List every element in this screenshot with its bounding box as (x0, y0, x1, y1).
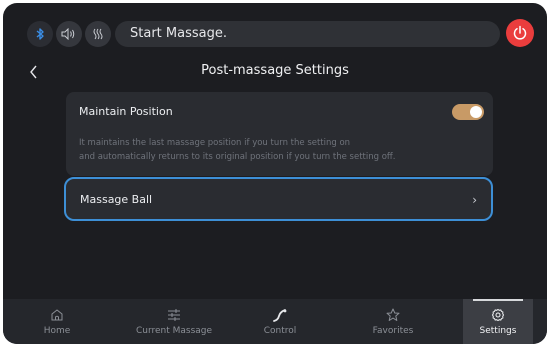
bottom-nav: Home Current Massage Control Favorites S… (3, 299, 547, 344)
toggle-knob (470, 106, 482, 118)
sliders-icon (167, 307, 181, 323)
nav-favorites-label: Favorites (372, 326, 414, 336)
power-button[interactable] (506, 19, 534, 47)
nav-control-label: Control (263, 326, 297, 336)
nav-home[interactable]: Home (3, 299, 111, 344)
maintain-position-card: Maintain Position It maintains the last … (66, 92, 493, 176)
heat-icon (93, 28, 103, 40)
massage-status-title: Start Massage. (115, 21, 500, 47)
nav-settings[interactable]: Settings (463, 299, 533, 344)
nav-home-label: Home (43, 326, 71, 336)
heat-button[interactable] (85, 21, 111, 47)
maintain-position-label: Maintain Position (79, 105, 173, 118)
massage-ball-item[interactable]: Massage Ball › (64, 177, 493, 221)
page-title: Post-massage Settings (201, 63, 349, 78)
sound-button[interactable] (56, 21, 82, 47)
nav-settings-label: Settings (479, 326, 517, 336)
nav-favorites[interactable]: Favorites (323, 299, 463, 344)
nav-current-massage[interactable]: Current Massage (111, 299, 237, 344)
power-icon (513, 25, 527, 40)
speaker-icon (61, 28, 75, 40)
bluetooth-icon (36, 28, 44, 40)
control-curve-icon (273, 307, 287, 323)
gear-icon (491, 307, 505, 323)
home-icon (50, 307, 64, 323)
maintain-position-toggle[interactable] (452, 104, 484, 120)
chevron-right-icon: › (472, 193, 477, 207)
maintain-position-description-line1: It maintains the last massage position i… (79, 138, 351, 148)
bluetooth-button[interactable] (27, 21, 53, 47)
massage-ball-label: Massage Ball (80, 193, 153, 206)
nav-control[interactable]: Control (237, 299, 323, 344)
star-icon (386, 307, 400, 323)
device-screen: Start Massage. Post-massage Settings Mai… (3, 3, 547, 344)
nav-current-massage-label: Current Massage (135, 326, 213, 336)
maintain-position-description-line2: and automatically returns to its origina… (79, 152, 396, 162)
